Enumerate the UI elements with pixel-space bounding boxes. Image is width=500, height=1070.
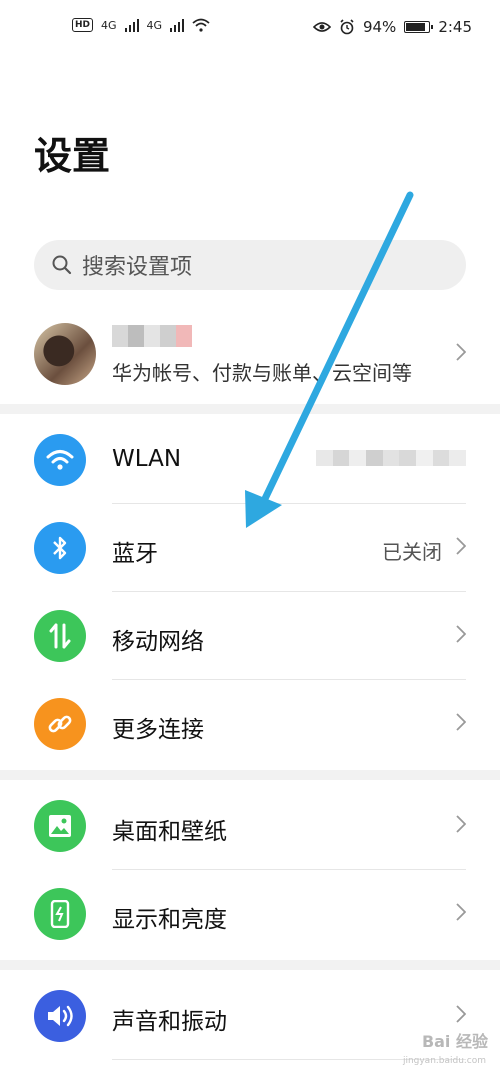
account-subtitle: 华为帐号、付款与账单、云空间等 <box>112 361 412 385</box>
settings-item-label: 更多连接 <box>112 717 204 743</box>
watermark-url: jingyan.baidu.com <box>402 1056 486 1066</box>
wifi-icon <box>34 434 86 486</box>
settings-item-label: 显示和亮度 <box>112 907 227 933</box>
wlan-network-name-blurred <box>316 450 467 466</box>
phone-brightness-icon <box>34 888 86 940</box>
account-name-blurred <box>112 325 192 347</box>
clock: 2:45 <box>438 18 472 36</box>
search-icon <box>52 255 72 275</box>
search-placeholder: 搜索设置项 <box>82 255 193 280</box>
section-divider <box>0 770 500 780</box>
section-divider <box>0 404 500 414</box>
battery-percent: 94% <box>362 18 397 36</box>
watermark-logo: Bai 经验 <box>421 1032 488 1051</box>
settings-item-more-connections[interactable]: 更多连接 <box>0 680 500 768</box>
settings-item-label: 声音和振动 <box>112 1009 227 1035</box>
chevron-right-icon <box>456 625 466 643</box>
chevron-right-icon <box>456 1005 466 1023</box>
chevron-right-icon <box>456 713 466 731</box>
settings-item-mobile-network[interactable]: 移动网络 <box>0 592 500 680</box>
mobile-data-icon <box>34 610 86 662</box>
settings-item-wlan[interactable]: WLAN <box>0 416 500 504</box>
hd-icon: HD <box>72 18 94 32</box>
settings-item-display-brightness[interactable]: 显示和亮度 <box>0 870 500 958</box>
link-icon <box>34 698 86 750</box>
battery-icon <box>404 21 434 33</box>
signal-icon-2 <box>170 18 185 32</box>
page-title: 设置 <box>34 134 111 178</box>
status-left: HD 4G 4G <box>72 18 210 32</box>
settings-item-home-wallpaper[interactable]: 桌面和壁纸 <box>0 782 500 870</box>
bluetooth-status: 已关闭 <box>382 540 442 564</box>
section-divider <box>0 960 500 970</box>
settings-item-label: 桌面和壁纸 <box>112 819 227 845</box>
settings-item-label: 移动网络 <box>112 629 204 655</box>
chevron-right-icon <box>456 537 466 555</box>
signal-icon-1 <box>124 18 139 32</box>
network-type-1: 4G <box>101 18 117 32</box>
chevron-right-icon <box>456 815 466 833</box>
settings-item-bluetooth[interactable]: 蓝牙 已关闭 <box>0 504 500 592</box>
chevron-right-icon <box>456 903 466 921</box>
network-type-2: 4G <box>146 18 163 32</box>
avatar <box>34 323 96 385</box>
alarm-icon <box>340 19 354 35</box>
status-bar: HD 4G 4G 94% 2:45 <box>0 0 500 60</box>
settings-item-label: WLAN <box>112 446 182 472</box>
search-bar[interactable]: 搜索设置项 <box>34 240 466 290</box>
wifi-status-icon <box>192 18 210 32</box>
image-icon <box>34 800 86 852</box>
bluetooth-icon <box>34 522 86 574</box>
speaker-icon <box>34 990 86 1042</box>
eye-icon <box>312 22 331 32</box>
settings-item-label: 蓝牙 <box>112 541 158 567</box>
status-right: 94% 2:45 <box>312 18 472 36</box>
chevron-right-icon <box>456 343 466 361</box>
account-entry[interactable]: 华为帐号、付款与账单、云空间等 <box>0 315 500 400</box>
